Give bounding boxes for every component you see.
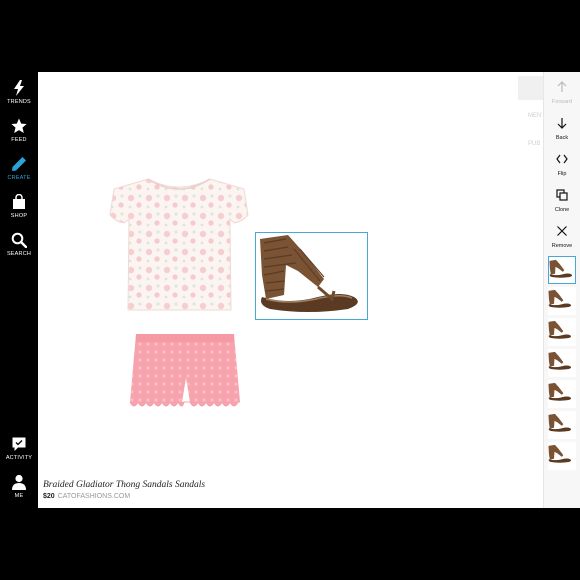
layer-thumbnail[interactable] [548, 349, 576, 377]
clone-label: Clone [554, 207, 570, 213]
flip-icon [556, 154, 568, 164]
sandal-image[interactable] [258, 235, 366, 318]
tool-panel: Forward Back Flip Clone Remove [543, 72, 580, 508]
close-icon [557, 226, 567, 236]
nav-me[interactable]: ME [0, 474, 38, 499]
forward-button[interactable]: Forward [544, 80, 580, 105]
sandal-thumb-icon [548, 382, 572, 401]
layer-thumbnail[interactable] [548, 411, 576, 439]
nav-trends[interactable]: TRENDS [0, 80, 38, 105]
sandal-thumb-icon [548, 444, 572, 463]
nav-trends-label: TRENDS [7, 99, 31, 105]
remove-button[interactable]: Remove [544, 224, 580, 249]
arrow-down-icon [557, 118, 567, 129]
clone-icon [556, 189, 568, 201]
sandal-thumb-icon [549, 259, 573, 278]
arrow-up-icon [557, 81, 567, 92]
sandal-thumb-icon [548, 413, 572, 432]
clone-button[interactable]: Clone [544, 188, 580, 213]
layer-thumbnail[interactable] [548, 380, 576, 408]
forward-label: Forward [551, 99, 573, 105]
left-nav: TRENDS FEED CREATE SHOP SEARCH ACTIVITY … [0, 72, 38, 508]
pencil-icon [12, 157, 26, 171]
shopping-bag-icon [13, 194, 25, 209]
layer-thumbnail[interactable] [548, 256, 576, 284]
sandal-thumb-icon [548, 289, 572, 308]
crop-top-image[interactable] [108, 175, 250, 315]
item-title[interactable]: Braided Gladiator Thong Sandals Sandals [43, 480, 205, 490]
ghost-label-men: MEN [528, 113, 542, 119]
nav-create-label: CREATE [7, 175, 31, 181]
set-canvas[interactable]: MEN PUB Braided Gladiator Thong Sandals … [38, 72, 543, 508]
nav-me-label: ME [14, 493, 24, 499]
flip-button[interactable]: Flip [544, 152, 580, 177]
back-button[interactable]: Back [544, 116, 580, 141]
nav-shop[interactable]: SHOP [0, 194, 38, 219]
sandal-thumb-icon [548, 320, 572, 339]
layer-thumbnail[interactable] [548, 318, 576, 346]
nav-create[interactable]: CREATE [0, 156, 38, 181]
nav-activity[interactable]: ACTIVITY [0, 436, 38, 461]
nav-activity-label: ACTIVITY [5, 455, 33, 461]
ghost-button [518, 76, 543, 100]
search-icon [11, 232, 27, 248]
layer-thumbnail[interactable] [548, 287, 576, 315]
sandal-thumb-icon [548, 351, 572, 370]
nav-search-label: SEARCH [6, 251, 32, 257]
back-label: Back [555, 135, 569, 141]
remove-label: Remove [551, 243, 573, 249]
nav-shop-label: SHOP [10, 213, 28, 219]
ghost-label-pub: PUB [528, 141, 541, 147]
shorts-image[interactable] [128, 332, 244, 414]
star-icon [11, 118, 27, 133]
person-icon [12, 474, 26, 490]
speech-bubble-icon [12, 437, 26, 451]
nav-feed[interactable]: FEED [0, 118, 38, 143]
item-source[interactable]: CATOFASHIONS.COM [58, 493, 130, 500]
nav-feed-label: FEED [11, 137, 27, 143]
item-price: $20 [43, 493, 55, 500]
nav-search[interactable]: SEARCH [0, 232, 38, 257]
flip-label: Flip [557, 171, 567, 177]
lightning-icon [14, 80, 24, 96]
layer-thumbnail[interactable] [548, 442, 576, 470]
item-meta: $20 CATOFASHIONS.COM [43, 493, 130, 500]
